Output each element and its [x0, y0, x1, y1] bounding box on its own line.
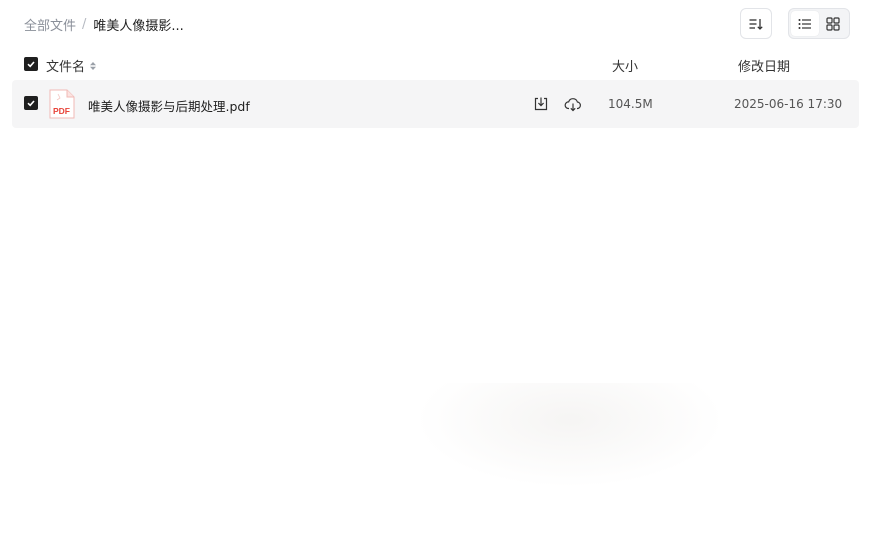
view-mode-switch	[788, 8, 850, 39]
breadcrumb-separator: /	[82, 16, 87, 32]
check-icon	[27, 100, 35, 107]
sort-descending-icon	[749, 18, 763, 30]
pdf-file-icon: PDF	[49, 89, 75, 119]
grid-view-icon	[826, 16, 840, 31]
size-column-header: 大小	[612, 60, 639, 75]
check-icon	[27, 61, 35, 68]
grid-view-button[interactable]	[819, 11, 847, 36]
list-view-button[interactable]	[791, 11, 819, 36]
download-button[interactable]	[531, 94, 551, 114]
sort-toggle-icon	[90, 61, 97, 70]
name-column-header[interactable]: 文件名	[46, 56, 97, 75]
save-to-cloud-button[interactable]	[563, 94, 583, 114]
download-icon	[534, 97, 548, 111]
cloud-save-icon	[564, 98, 581, 112]
select-all-checkbox[interactable]	[24, 57, 38, 71]
row-checkbox[interactable]	[24, 96, 38, 110]
list-view-icon	[798, 18, 811, 29]
decorative-shadow	[415, 383, 725, 488]
table-header: 文件名 大小 修改日期	[0, 52, 874, 76]
name-column-label: 文件名	[46, 60, 86, 75]
file-size: 104.5M	[608, 97, 653, 111]
table-row[interactable]: PDF 唯美人像摄影与后期处理.pdf 104.5M 2025-06-16 17…	[12, 80, 859, 128]
file-browser: 全部文件 / 唯美人像摄影... 文件名 大小 修改日期 PDF 唯美人像摄影与…	[0, 0, 874, 538]
date-column-header: 修改日期	[738, 60, 791, 75]
breadcrumb: 全部文件 / 唯美人像摄影...	[24, 14, 184, 34]
sort-button[interactable]	[740, 8, 772, 39]
breadcrumb-root-link[interactable]: 全部文件	[24, 15, 76, 34]
file-modified-date: 2025-06-16 17:30	[734, 97, 843, 111]
breadcrumb-current-folder: 唯美人像摄影...	[93, 18, 184, 34]
file-name[interactable]: 唯美人像摄影与后期处理.pdf	[88, 96, 250, 115]
pdf-icon-label: PDF	[53, 106, 70, 116]
